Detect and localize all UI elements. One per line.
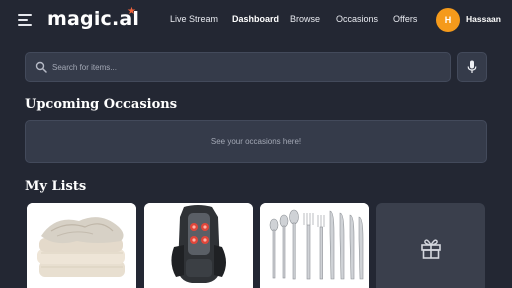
top-nav: magic.al ★ Live Stream Dashboard Browse … [0, 0, 512, 40]
list-card-massager[interactable] [144, 203, 253, 288]
list-card-cutlery[interactable] [260, 203, 369, 288]
search-input[interactable] [52, 53, 442, 81]
nav-browse[interactable]: Browse [290, 14, 320, 24]
logo-star-icon: ★ [127, 6, 136, 17]
voice-search-button[interactable] [457, 52, 487, 82]
avatar[interactable]: H [436, 8, 460, 32]
occasions-panel[interactable]: See your occasions here! [25, 120, 487, 163]
username[interactable]: Hassaan [466, 14, 501, 24]
logo[interactable]: magic.al [47, 8, 139, 32]
nav-dashboard[interactable]: Dashboard [232, 14, 279, 24]
nav-offers[interactable]: Offers [393, 14, 417, 24]
occasions-heading: Upcoming Occasions [25, 97, 178, 112]
lists-heading: My Lists [25, 179, 87, 194]
new-list-card[interactable] [376, 203, 485, 288]
hamburger-menu-icon[interactable] [18, 14, 32, 26]
microphone-icon [467, 60, 477, 73]
cutlery-image [260, 203, 369, 288]
blankets-image [27, 203, 136, 288]
list-card-blankets[interactable] [27, 203, 136, 288]
occasions-empty-text: See your occasions here! [210, 137, 302, 146]
gift-icon [420, 239, 441, 259]
nav-occasions[interactable]: Occasions [336, 14, 378, 24]
massager-image [144, 203, 253, 288]
search-icon [35, 61, 47, 73]
search-bar [25, 52, 451, 82]
nav-live-stream[interactable]: Live Stream [170, 14, 218, 24]
